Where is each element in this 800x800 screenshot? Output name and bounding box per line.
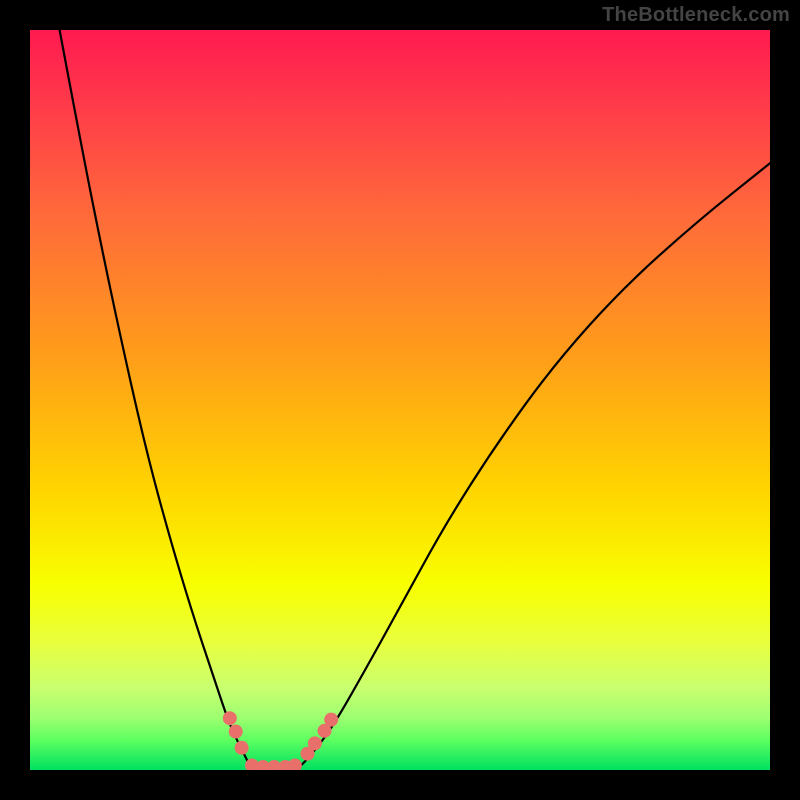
watermark-text: TheBottleneck.com (602, 4, 790, 27)
curve-marker (288, 759, 302, 770)
plot-area (30, 30, 770, 770)
bottleneck-curve (60, 30, 770, 770)
curve-marker (223, 711, 237, 725)
curve-marker (324, 713, 338, 727)
curve-marker (308, 736, 322, 750)
curve-marker (229, 725, 243, 739)
chart-frame: TheBottleneck.com (0, 0, 800, 800)
chart-svg (30, 30, 770, 770)
curve-markers (223, 711, 338, 770)
curve-marker (235, 741, 249, 755)
